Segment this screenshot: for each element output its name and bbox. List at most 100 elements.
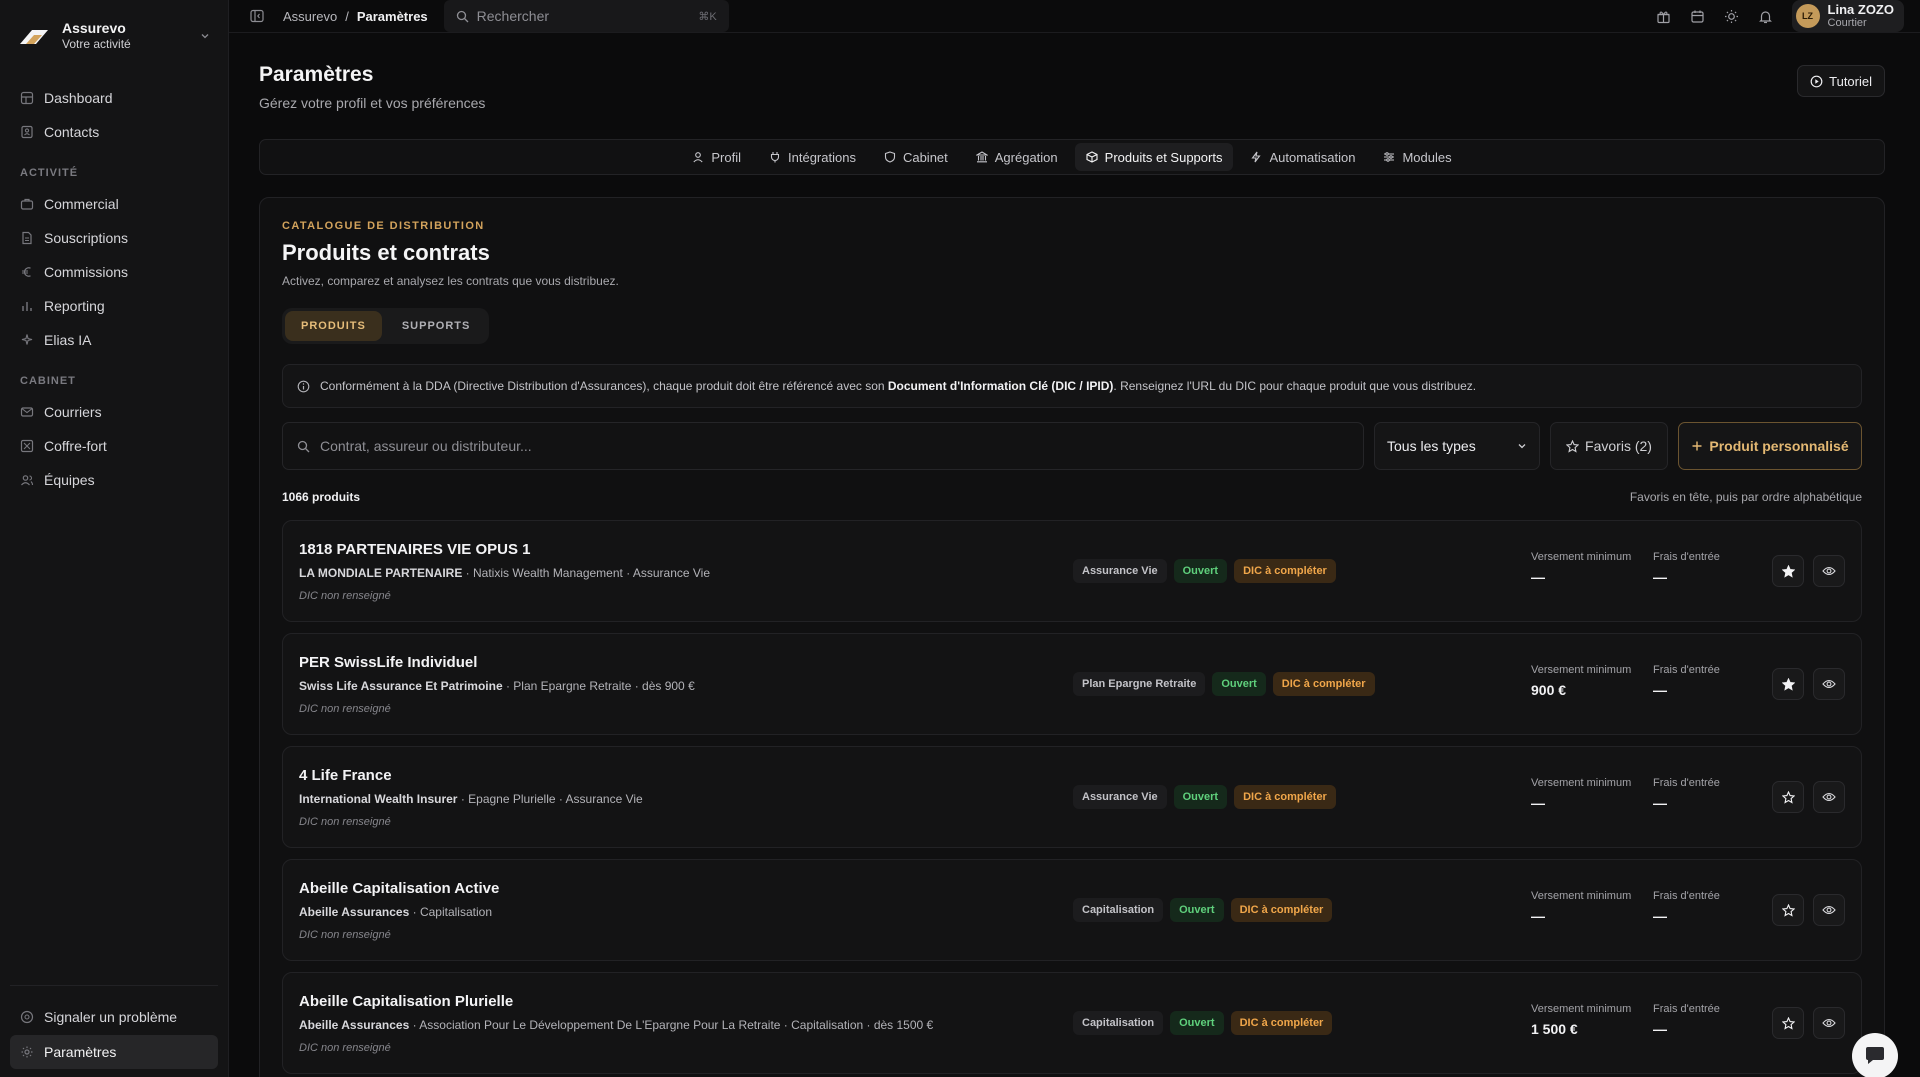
tutorial-button[interactable]: Tutoriel — [1797, 65, 1885, 98]
metric-fee-label: Frais d'entrée — [1653, 551, 1720, 564]
sidebar-item-souscriptions[interactable]: Souscriptions — [10, 221, 218, 255]
tab-automatisation[interactable]: Automatisation — [1239, 143, 1366, 171]
plug-icon — [769, 151, 781, 163]
metric-fee-value: — — [1653, 908, 1667, 925]
sidebar-item-label: Reporting — [44, 298, 105, 315]
chat-launcher-button[interactable] — [1852, 1033, 1898, 1077]
bell-icon[interactable] — [1758, 8, 1774, 24]
product-row[interactable]: 1818 PARTENAIRES VIE OPUS 1 LA MONDIALE … — [282, 520, 1862, 623]
tab-label: Agrégation — [994, 149, 1058, 165]
user-name: Lina ZOZO — [1827, 2, 1894, 17]
tab-integrations[interactable]: Intégrations — [758, 143, 867, 171]
sidebar-item-label: Coffre-fort — [44, 438, 107, 455]
product-insurer: Abeille Assurances — [299, 1017, 410, 1032]
product-insurer: International Wealth Insurer — [299, 791, 458, 806]
view-details-button[interactable] — [1813, 1007, 1845, 1040]
sidebar-item-courriers[interactable]: Courriers — [10, 395, 218, 429]
tab-cabinet[interactable]: Cabinet — [873, 143, 959, 171]
view-details-button[interactable] — [1813, 668, 1845, 701]
view-details-button[interactable] — [1813, 555, 1845, 588]
gift-icon[interactable] — [1656, 8, 1672, 24]
eye-icon — [1822, 791, 1836, 803]
view-details-button[interactable] — [1813, 781, 1845, 814]
chat-icon — [1864, 1046, 1886, 1066]
sidebar-item-dashboard[interactable]: Dashboard — [10, 81, 218, 115]
document-icon — [20, 231, 34, 245]
sidebar-item-equipes[interactable]: Équipes — [10, 463, 218, 497]
sort-note: Favoris en tête, puis par ordre alphabét… — [1629, 490, 1862, 505]
sidebar-item-parametres[interactable]: Paramètres — [10, 1035, 218, 1069]
sidebar-item-coffre-fort[interactable]: Coffre-fort — [10, 429, 218, 463]
product-type-badge: Plan Epargne Retraite — [1073, 672, 1206, 697]
users-icon — [20, 473, 34, 487]
favorites-filter-button[interactable]: Favoris (2) — [1550, 422, 1668, 471]
product-name[interactable]: 1818 PARTENAIRES VIE OPUS 1 — [299, 541, 1069, 558]
favorite-button[interactable] — [1772, 894, 1804, 927]
catalog-panel: CATALOGUE DE DISTRIBUTION Produits et co… — [259, 197, 1885, 1077]
segment-produits[interactable]: PRODUITS — [285, 311, 382, 342]
settings-tabs: Profil Intégrations Cabinet Agrégation P… — [259, 139, 1885, 176]
favorite-button[interactable] — [1772, 555, 1804, 588]
star-icon — [1781, 677, 1795, 691]
sun-icon[interactable] — [1724, 8, 1740, 24]
product-name[interactable]: Abeille Capitalisation Active — [299, 880, 1069, 897]
user-menu[interactable]: LZ Lina ZOZO Courtier — [1791, 0, 1904, 33]
favorite-button[interactable] — [1772, 668, 1804, 701]
sparkles-icon — [20, 333, 34, 347]
eye-icon — [1822, 904, 1836, 916]
star-icon — [1566, 439, 1580, 453]
product-meta: Abeille Assurances · Capitalisation — [299, 905, 1069, 919]
product-dic-status: DIC non renseigné — [299, 589, 391, 602]
type-filter-select[interactable]: Tous les types — [1374, 422, 1540, 471]
view-details-button[interactable] — [1813, 894, 1845, 927]
breadcrumb-root[interactable]: Assurevo — [283, 9, 337, 24]
sidebar-section-cabinet: CABINET — [20, 375, 76, 388]
favorite-button[interactable] — [1772, 781, 1804, 814]
product-name[interactable]: PER SwissLife Individuel — [299, 654, 1069, 671]
sidebar-item-commissions[interactable]: Commissions — [10, 255, 218, 289]
segment-supports[interactable]: SUPPORTS — [386, 311, 487, 341]
search-icon — [297, 440, 310, 453]
sidebar-item-commercial[interactable]: Commercial — [10, 187, 218, 221]
metric-fee-value: — — [1653, 569, 1667, 586]
product-name[interactable]: Abeille Capitalisation Plurielle — [299, 993, 1069, 1010]
product-row[interactable]: 4 Life France International Wealth Insur… — [282, 746, 1862, 849]
product-details: · Plan Epargne Retraite · dès 900 € — [502, 678, 695, 693]
metric-fee-value: — — [1653, 682, 1667, 699]
mail-icon — [20, 405, 34, 419]
product-meta: LA MONDIALE PARTENAIRE · Natixis Wealth … — [299, 566, 1069, 580]
sidebar-item-elias-ia[interactable]: Elias IA — [10, 323, 218, 357]
global-search-input[interactable]: Rechercher ⌘K — [443, 0, 729, 33]
product-row[interactable]: Abeille Capitalisation Active Abeille As… — [282, 859, 1862, 962]
search-placeholder: Rechercher — [476, 8, 550, 25]
sidebar-item-label: Équipes — [44, 472, 95, 489]
product-search-input[interactable]: Contrat, assureur ou distributeur... — [282, 422, 1364, 471]
product-name[interactable]: 4 Life France — [299, 767, 1069, 784]
sidebar-item-report-problem[interactable]: Signaler un problème — [10, 1000, 218, 1034]
tab-modules[interactable]: Modules — [1372, 143, 1462, 171]
briefcase-icon — [20, 197, 34, 211]
help-icon — [20, 1010, 34, 1024]
metric-min-value: — — [1531, 908, 1545, 925]
sidebar-item-contacts[interactable]: Contacts — [10, 115, 218, 149]
product-row[interactable]: Abeille Capitalisation Plurielle Abeille… — [282, 972, 1862, 1075]
tab-produits-et-supports[interactable]: Produits et Supports — [1074, 143, 1234, 172]
catalog-eyebrow: CATALOGUE DE DISTRIBUTION — [282, 220, 485, 233]
sidebar-item-reporting[interactable]: Reporting — [10, 289, 218, 323]
tab-label: Profil — [711, 149, 742, 165]
product-status-badge: Ouvert — [1170, 1011, 1224, 1036]
product-status-badge: Ouvert — [1173, 785, 1228, 810]
sidebar-item-label: Commercial — [44, 196, 119, 213]
brand-switcher[interactable]: Assurevo Votre activité — [0, 0, 228, 69]
sidebar-toggle-icon[interactable] — [249, 7, 267, 25]
type-filter-value: Tous les types — [1387, 438, 1476, 455]
product-row[interactable]: PER SwissLife Individuel Swiss Life Assu… — [282, 633, 1862, 736]
tab-agregation[interactable]: Agrégation — [965, 143, 1069, 171]
product-dic-badge: DIC à compléter — [1234, 785, 1336, 810]
calendar-icon[interactable] — [1690, 8, 1706, 24]
favorite-button[interactable] — [1772, 1007, 1804, 1040]
product-dic-badge: DIC à compléter — [1230, 1011, 1333, 1036]
tab-label: Intégrations — [788, 149, 856, 165]
custom-product-button[interactable]: Produit personnalisé — [1678, 422, 1862, 471]
tab-profil[interactable]: Profil — [681, 143, 752, 171]
